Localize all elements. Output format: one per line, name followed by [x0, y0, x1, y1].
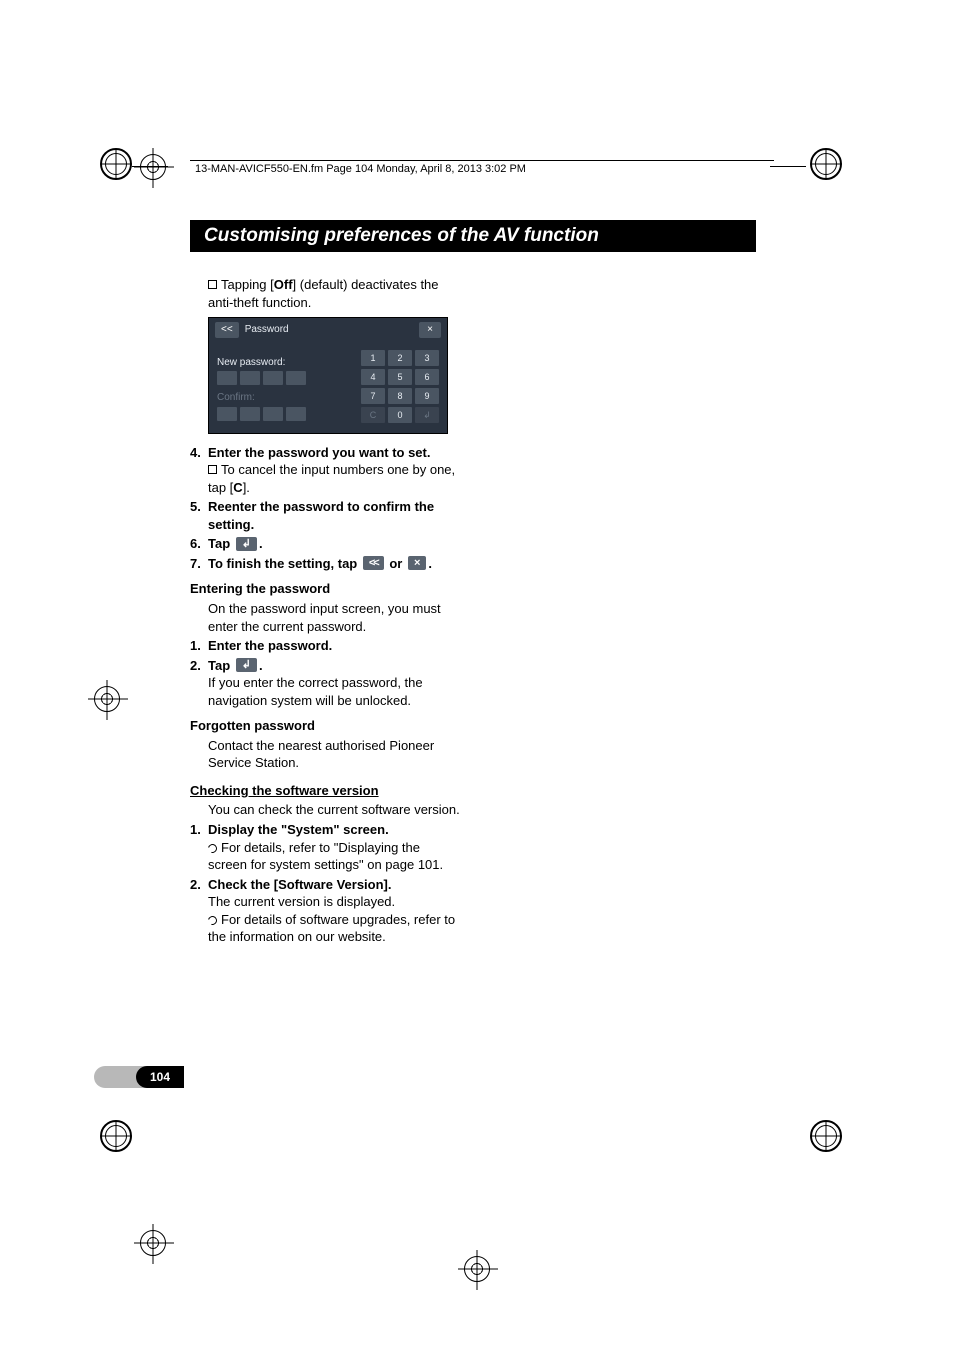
- shot-close-button: ×: [419, 322, 441, 338]
- shot-new-password-label: New password:: [217, 356, 351, 370]
- forgotten-password-body: Contact the nearest authorised Pioneer S…: [190, 737, 462, 772]
- cropmark-tr-big: [810, 148, 842, 180]
- key-5: 5: [388, 369, 412, 385]
- key-c: C: [361, 407, 385, 423]
- page-number: 104: [136, 1066, 184, 1088]
- key-1: 1: [361, 350, 385, 366]
- shot-confirm-label: Confirm:: [217, 391, 351, 405]
- enter-icon: [236, 658, 257, 672]
- crop-line: [770, 166, 806, 167]
- page-number-tab: 104: [94, 1066, 184, 1088]
- enter-step-1-title: Enter the password.: [208, 637, 462, 655]
- cropmark-tl-big: [100, 148, 132, 180]
- check-step-2-body: For details of software upgrades, refer …: [208, 911, 462, 946]
- enter-step-2-title: Tap .: [208, 657, 462, 675]
- ref-icon: [206, 842, 218, 854]
- forgotten-password-heading: Forgotten password: [190, 717, 462, 735]
- shot-pw-boxes: [217, 407, 351, 421]
- key-8: 8: [388, 388, 412, 404]
- back-icon: [363, 556, 384, 570]
- shot-back-button: <<: [215, 322, 239, 338]
- key-enter: ↲: [415, 407, 439, 423]
- key-6: 6: [415, 369, 439, 385]
- entering-password-heading: Entering the password: [190, 580, 462, 598]
- cropmark-ml: [94, 686, 120, 712]
- header-path-text: 13-MAN-AVICF550-EN.fm Page 104 Monday, A…: [195, 163, 526, 175]
- shot-keypad: 1 2 3 4 5 6 7 8 9 C 0 ↲: [361, 350, 439, 423]
- step-4-title: Enter the password you want to set.: [208, 444, 462, 462]
- key-3: 3: [415, 350, 439, 366]
- enter-step-2-body: If you enter the correct password, the n…: [208, 674, 462, 709]
- cropmark-bl-small: [140, 1230, 166, 1256]
- checking-version-heading: Checking the software version: [190, 782, 462, 800]
- check-step-1-title: Display the "System" screen.: [208, 821, 462, 839]
- key-7: 7: [361, 388, 385, 404]
- shot-title: Password: [245, 323, 413, 337]
- close-icon: [408, 556, 426, 570]
- cropmark-tl-small: [140, 154, 166, 180]
- step-5: 5. Reenter the password to confirm the s…: [190, 498, 462, 533]
- enter-step-2: 2. Tap . If you enter the correct passwo…: [190, 657, 462, 710]
- cropmark-bl-big: [100, 1120, 132, 1152]
- check-step-2-line: The current version is displayed.: [208, 893, 462, 911]
- ref-icon: [206, 914, 218, 926]
- key-0: 0: [388, 407, 412, 423]
- step-6-title: Tap .: [208, 535, 462, 553]
- note-icon: [208, 465, 217, 474]
- enter-step-1: 1. Enter the password.: [190, 637, 462, 655]
- check-step-1-body: For details, refer to "Displaying the sc…: [208, 839, 462, 874]
- note-icon: [208, 280, 217, 289]
- step-4: 4. Enter the password you want to set. T…: [190, 444, 462, 497]
- check-step-2-title: Check the [Software Version].: [208, 876, 462, 894]
- header-rule: [190, 160, 774, 161]
- checking-version-body: You can check the current software versi…: [190, 801, 462, 819]
- step-5-title: Reenter the password to confirm the sett…: [208, 498, 462, 533]
- shot-pw-boxes: [217, 371, 351, 385]
- password-screenshot: << Password × New password: Confirm: 1 2…: [208, 317, 448, 434]
- key-9: 9: [415, 388, 439, 404]
- section-title: Customising preferences of the AV functi…: [190, 220, 756, 252]
- intro-text: Tapping [Off] (default) deactivates the …: [190, 276, 462, 311]
- step-6: 6. Tap .: [190, 535, 462, 553]
- entering-password-body: On the password input screen, you must e…: [190, 600, 462, 635]
- step-7-title: To finish the setting, tap or .: [208, 555, 462, 573]
- step-7: 7. To finish the setting, tap or .: [190, 555, 462, 573]
- check-step-2: 2. Check the [Software Version]. The cur…: [190, 876, 462, 946]
- key-4: 4: [361, 369, 385, 385]
- enter-icon: [236, 537, 257, 551]
- key-2: 2: [388, 350, 412, 366]
- check-step-1: 1. Display the "System" screen. For deta…: [190, 821, 462, 874]
- crop-line: [132, 166, 168, 167]
- step-4-body: To cancel the input numbers one by one, …: [208, 461, 462, 496]
- cropmark-br-big: [810, 1120, 842, 1152]
- cropmark-bc: [464, 1256, 490, 1282]
